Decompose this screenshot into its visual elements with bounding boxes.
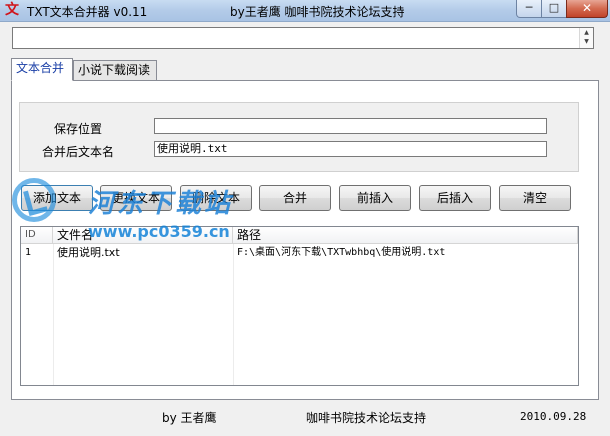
save-location-label: 保存位置 [54,122,103,136]
row-filename: 使用说明.txt [57,246,120,259]
status-author: by 王者鹰 [162,411,217,425]
maximize-icon: □ [548,1,560,14]
row-id: 1 [25,247,32,258]
minimize-button[interactable]: ─ [516,0,542,18]
close-icon: ✕ [581,1,593,15]
column-header-path[interactable]: 路径 [233,227,578,244]
scroll-up-icon[interactable]: ▲ [580,28,593,37]
title-bar[interactable]: 文 TXT文本合并器 v0.11 by王者鹰 咖啡书院技术论坛支持 ─ □ ✕ [0,0,610,22]
merged-name-input[interactable]: 使用说明.txt [154,141,547,157]
status-date: 2010.09.28 [520,410,587,423]
insert-after-button[interactable]: 后插入 [419,185,491,211]
status-bar: by 王者鹰 咖啡书院技术论坛支持 2010.09.28 [0,400,610,436]
window-title-credit: by王者鹰 咖啡书院技术论坛支持 [230,5,405,19]
tab-novel-download[interactable]: 小说下载阅读 [73,60,157,80]
column-divider [53,244,54,385]
merged-name-label: 合并后文本名 [42,145,115,159]
merge-button[interactable]: 合并 [259,185,331,211]
insert-before-button[interactable]: 前插入 [339,185,411,211]
maximize-button[interactable]: □ [541,0,567,18]
window-title: TXT文本合并器 v0.11 [27,5,148,19]
clear-button[interactable]: 清空 [499,185,571,211]
close-button[interactable]: ✕ [566,0,608,18]
scroll-down-icon[interactable]: ▼ [580,37,593,46]
save-location-input[interactable] [154,118,547,134]
status-forum: 咖啡书院技术论坛支持 [306,411,427,425]
minimize-icon: ─ [525,1,533,14]
row-path: F:\桌面\河东下载\TXTwbhbq\使用说明.txt [237,247,446,258]
file-list[interactable]: ID 文件名 路径 1 使用说明.txt F:\桌面\河东下载\TXTwbhbq… [20,226,579,386]
watermark-url: www.pc0359.cn [88,222,230,241]
watermark-title: 河东下载站 [88,189,234,219]
output-settings-group [19,102,579,172]
watermark-logo-icon [12,178,56,222]
column-header-id[interactable]: ID [21,227,53,244]
app-icon: 文 [5,2,19,18]
log-field-scrollbar[interactable]: ▲ ▼ [579,28,593,48]
tab-text-merge[interactable]: 文本合并 [11,58,73,81]
table-row[interactable]: 1 使用说明.txt F:\桌面\河东下载\TXTwbhbq\使用说明.txt [21,245,578,261]
log-field[interactable]: ▲ ▼ [12,27,594,49]
column-divider [233,244,234,385]
